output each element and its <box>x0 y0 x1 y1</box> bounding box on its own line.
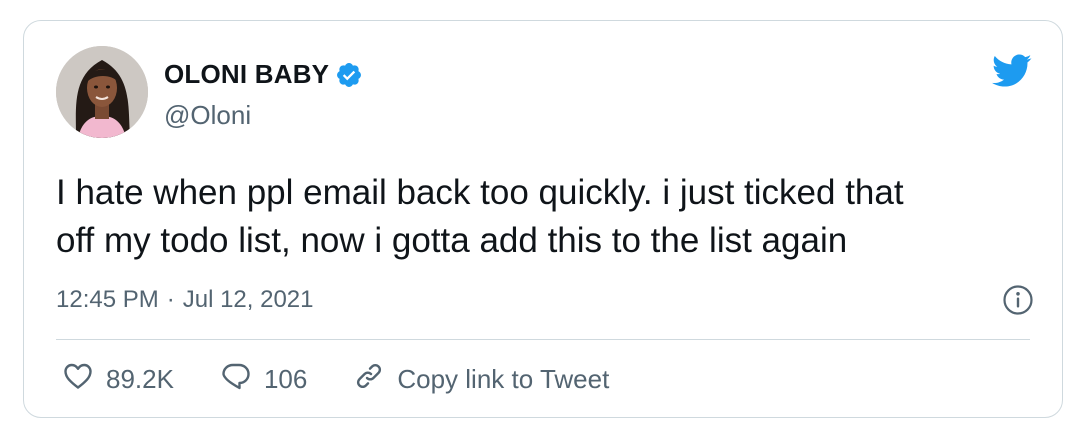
tweet-text: I hate when ppl email back too quickly. … <box>56 169 1046 265</box>
like-count: 89.2K <box>106 363 174 394</box>
comment-icon <box>220 360 252 399</box>
link-icon <box>353 360 385 399</box>
tweet-text-line: I hate when ppl email back too quickly. … <box>56 173 904 212</box>
avatar[interactable] <box>56 46 148 138</box>
tweet-actions: 89.2K 106 Copy link to Tweet <box>62 361 655 397</box>
info-icon[interactable] <box>1002 284 1034 316</box>
timestamp-separator: · <box>166 286 175 313</box>
reply-count: 106 <box>263 363 308 394</box>
heart-icon <box>62 360 94 399</box>
copy-link-label: Copy link to Tweet <box>397 363 610 394</box>
tweet-timestamp[interactable]: 12:45 PM · Jul 12, 2021 <box>56 286 314 314</box>
verified-badge-icon <box>335 61 363 89</box>
tweet-text-line: off my todo list, now i gotta add this t… <box>56 221 848 260</box>
like-button[interactable]: 89.2K <box>62 360 174 399</box>
tweet-time[interactable]: 12:45 PM <box>56 286 159 314</box>
tweet-date[interactable]: Jul 12, 2021 <box>183 286 314 314</box>
divider <box>56 339 1030 340</box>
author-handle[interactable]: @Oloni <box>164 100 251 131</box>
reply-button[interactable]: 106 <box>220 360 307 399</box>
copy-link-button[interactable]: Copy link to Tweet <box>353 360 609 399</box>
twitter-bird-icon[interactable] <box>992 54 1032 88</box>
avatar-image <box>56 46 148 138</box>
tweet-card[interactable]: OLONI BABY @Oloni I hate when ppl email … <box>23 20 1063 418</box>
author-display-name[interactable]: OLONI BABY <box>164 59 329 90</box>
